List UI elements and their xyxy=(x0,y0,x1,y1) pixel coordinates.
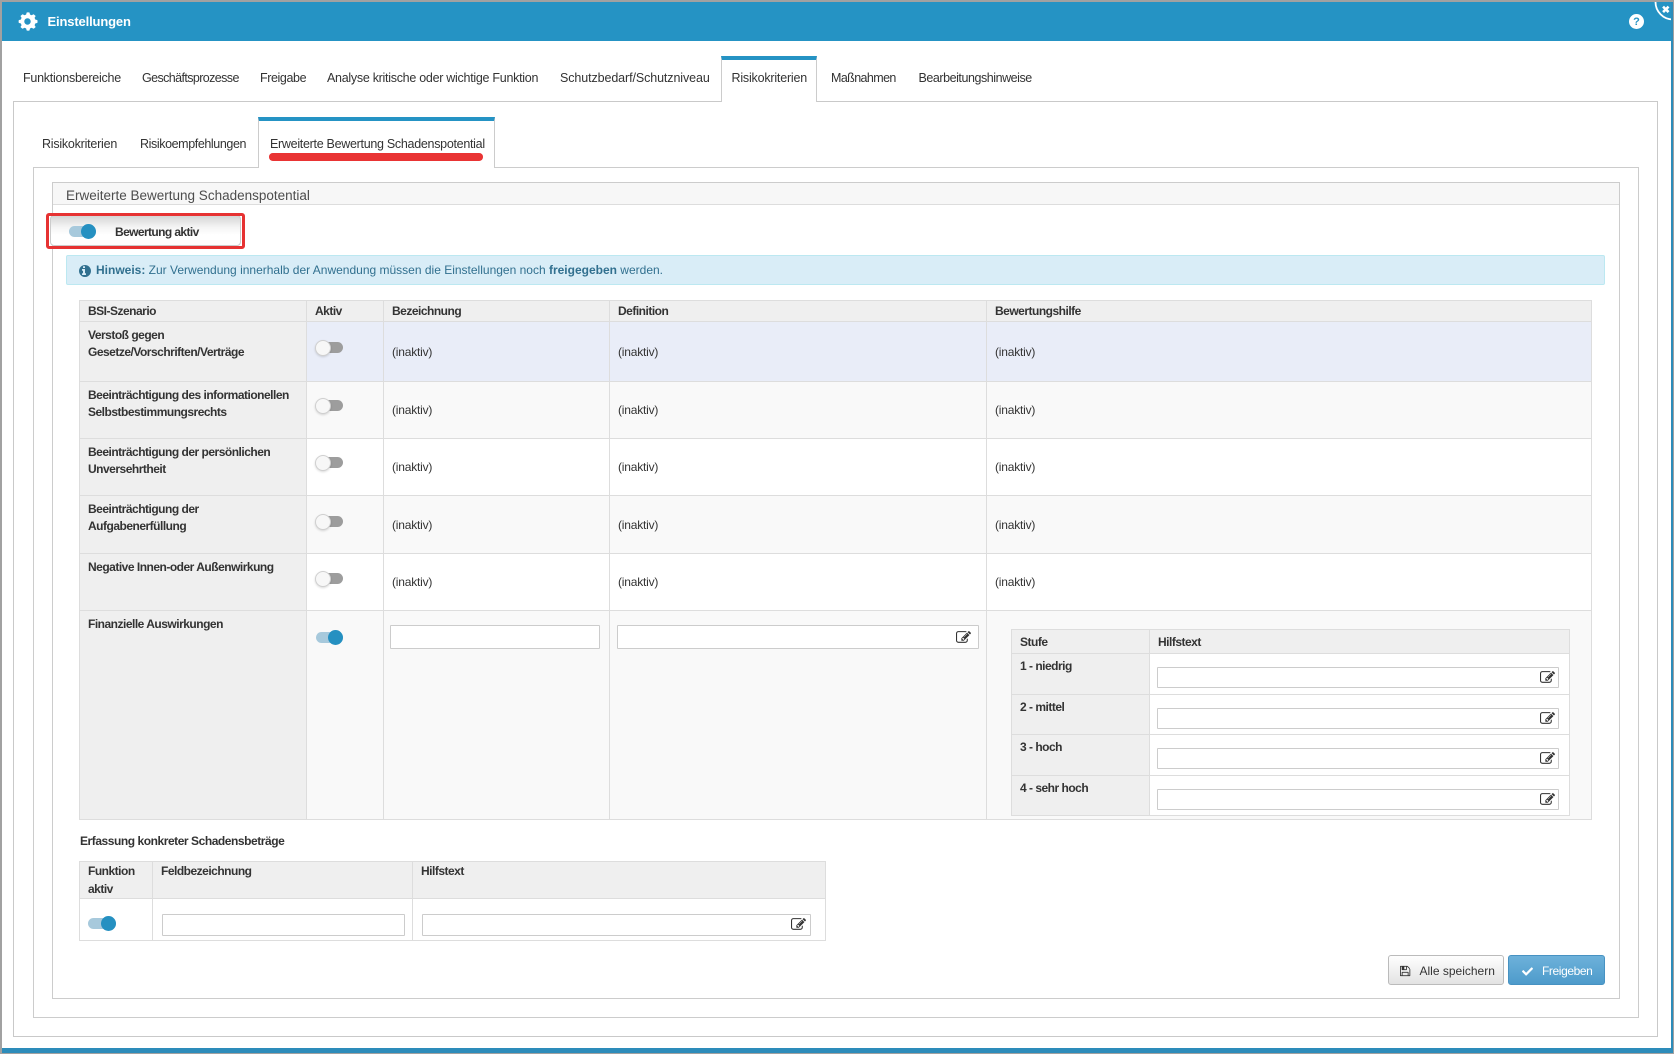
svg-text:✖: ✖ xyxy=(1662,5,1670,16)
